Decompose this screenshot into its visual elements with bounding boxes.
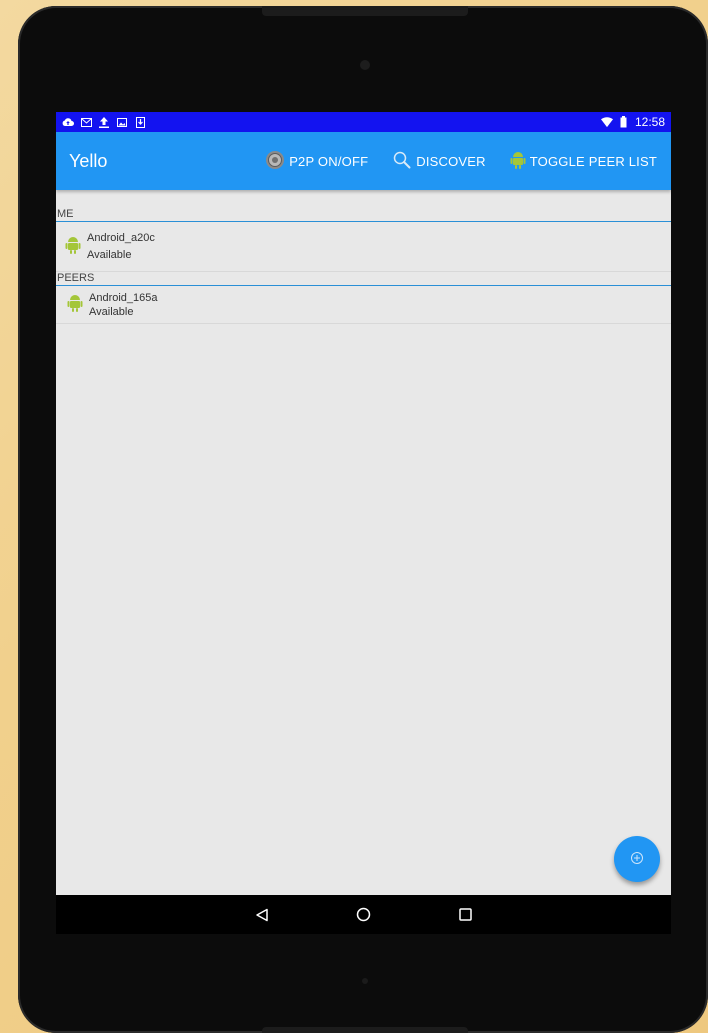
recents-icon[interactable] xyxy=(458,907,474,923)
front-camera xyxy=(360,60,370,70)
device-list: ME Android_a20c Available PEERS Android_… xyxy=(56,190,671,895)
my-device-row[interactable]: Android_a20c Available xyxy=(56,222,671,272)
app-bar: Yello P2P ON/OFF DISCOVER TOGGLE PEER LI… xyxy=(56,132,671,190)
device-status: Available xyxy=(87,248,132,261)
toggle-peer-list-label: TOGGLE PEER LIST xyxy=(529,153,657,169)
upload-icon xyxy=(98,116,110,128)
add-circle-icon xyxy=(630,850,644,869)
battery-icon xyxy=(618,116,630,128)
back-icon[interactable] xyxy=(254,907,270,923)
device-name: Android_165a xyxy=(89,291,158,304)
discover-label: DISCOVER xyxy=(416,153,486,169)
search-icon xyxy=(392,150,412,173)
action-menu: P2P ON/OFF DISCOVER TOGGLE PEER LIST xyxy=(265,132,657,190)
status-bar: 12:58 xyxy=(56,112,671,132)
cloud-upload-icon xyxy=(62,117,74,128)
tablet-sensor xyxy=(362,978,368,984)
device-name: Android_a20c xyxy=(87,231,155,244)
image-icon xyxy=(116,117,128,128)
download-icon xyxy=(134,116,146,128)
floating-action-button[interactable] xyxy=(614,836,660,882)
navigation-bar xyxy=(56,895,671,934)
p2p-toggle-button[interactable]: P2P ON/OFF xyxy=(265,150,368,173)
mail-icon xyxy=(80,117,92,128)
home-icon[interactable] xyxy=(356,907,372,923)
toggle-peer-list-button[interactable]: TOGGLE PEER LIST xyxy=(510,150,657,173)
peers-section-header: PEERS xyxy=(56,272,671,286)
device-status: Available xyxy=(89,305,134,318)
android-icon xyxy=(510,150,526,173)
android-icon xyxy=(67,293,83,317)
peer-device-row[interactable]: Android_165a Available xyxy=(56,286,671,324)
device-screen: 12:58 Yello P2P ON/OFF DISCOVER TOGGLE P… xyxy=(56,112,671,934)
p2p-toggle-label: P2P ON/OFF xyxy=(289,153,369,169)
me-section-header: ME xyxy=(56,208,671,222)
power-toggle-icon xyxy=(265,150,285,173)
wifi-icon xyxy=(600,116,613,128)
app-title: Yello xyxy=(69,150,108,171)
android-icon xyxy=(65,235,81,259)
clock: 12:58 xyxy=(634,115,665,129)
tablet-bottom-edge xyxy=(262,1027,468,1033)
discover-button[interactable]: DISCOVER xyxy=(392,150,486,173)
tablet-top-edge xyxy=(262,6,468,16)
